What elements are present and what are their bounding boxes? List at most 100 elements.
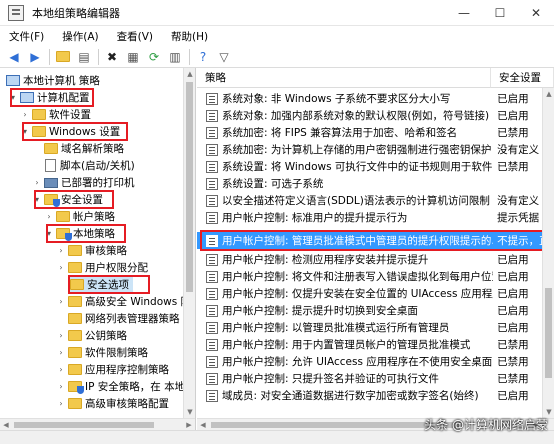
back-arrow-icon[interactable]: ◀ (4, 48, 24, 66)
folder-icon (68, 398, 82, 409)
policy-value: 没有定义 (497, 195, 540, 207)
menu-file[interactable]: 文件(F) (0, 29, 53, 44)
column-header-policy[interactable]: 策略 (197, 68, 491, 88)
up-folder-icon[interactable] (53, 48, 73, 66)
policy-icon (206, 211, 218, 224)
chevron-right-icon[interactable]: › (56, 365, 66, 374)
list-vertical-scrollbar[interactable]: ▲ ▼ (542, 88, 554, 418)
show-tree-icon[interactable]: ▤ (74, 48, 94, 66)
scroll-down-arrow-icon[interactable]: ▼ (184, 406, 195, 418)
scroll-up-arrow-icon[interactable]: ▲ (184, 68, 195, 80)
chevron-right-icon[interactable]: › (56, 348, 66, 357)
policy-icon (206, 177, 218, 190)
policy-icon (206, 304, 218, 317)
tree-item-printers[interactable]: › 已部署的打印机 (32, 174, 134, 191)
scrollbar-thumb[interactable] (545, 288, 552, 378)
policy-row[interactable]: 用户帐户控制: 只提升签名并验证的可执行文件 已禁用 (197, 370, 542, 387)
tree-vertical-scrollbar[interactable]: ▲ ▼ (183, 68, 195, 418)
help-icon[interactable]: ? (193, 48, 213, 66)
chevron-right-icon[interactable]: › (56, 382, 66, 391)
refresh-icon[interactable]: ⟳ (144, 48, 164, 66)
scroll-up-arrow-icon[interactable]: ▲ (543, 88, 554, 100)
tree-item-app-control[interactable]: › 应用程序控制策略 (56, 361, 169, 378)
maximize-button[interactable]: ☐ (482, 0, 518, 26)
scrollbar-thumb[interactable] (14, 422, 154, 428)
folder-icon (56, 211, 70, 222)
tree-item-advanced-firewall[interactable]: › 高级安全 Windows 防火墙 (56, 293, 195, 310)
policy-value: 已禁用 (497, 339, 529, 351)
policy-name: 用户帐户控制: 允许 UIAccess 应用程序在不使用安全桌面的... (222, 356, 494, 368)
policy-icon (206, 372, 218, 385)
export-list-icon[interactable]: ▥ (165, 48, 185, 66)
policy-value: 已启用 (497, 322, 529, 334)
title-bar: 本地组策略编辑器 — ☐ ✕ (0, 0, 554, 26)
tree-item-label: 高级审核策略配置 (85, 398, 169, 410)
policy-row[interactable]: 系统对象: 加强内部系统对象的默认权限(例如，符号链接) 已启用 (197, 107, 542, 124)
tree-item-account-policy[interactable]: › 帐户策略 (44, 208, 115, 225)
scrollbar-thumb[interactable] (186, 82, 193, 292)
properties-icon[interactable]: ▦ (123, 48, 143, 66)
chevron-right-icon[interactable]: › (56, 297, 66, 306)
tree-item-label: 公钥策略 (85, 330, 127, 342)
menu-help[interactable]: 帮助(H) (162, 29, 217, 44)
tree-item-software-settings[interactable]: › 软件设置 (20, 106, 91, 123)
policy-value: 已启用 (497, 288, 529, 300)
policy-row[interactable]: 系统对象: 非 Windows 子系统不要求区分大小写 已启用 (197, 90, 542, 107)
chevron-right-icon[interactable]: › (56, 263, 66, 272)
policy-row[interactable]: 用户帐户控制: 用于内置管理员帐户的管理员批准模式 已禁用 (197, 336, 542, 353)
chevron-right-icon[interactable]: › (44, 212, 54, 221)
policy-name: 用户帐户控制: 用于内置管理员帐户的管理员批准模式 (222, 339, 471, 351)
tree-horizontal-scrollbar[interactable]: ◀ ▶ (0, 418, 195, 430)
scroll-right-arrow-icon[interactable]: ▶ (183, 419, 195, 430)
menu-action[interactable]: 操作(A) (53, 29, 107, 44)
tree-item-scripts[interactable]: 脚本(启动/关机) (32, 157, 135, 174)
policy-row[interactable]: 系统加密: 将 FIPS 兼容算法用于加密、哈希和签名 已禁用 (197, 124, 542, 141)
chevron-right-icon[interactable]: › (32, 178, 42, 187)
tree-item-label: 审核策略 (85, 245, 127, 257)
tree-item-audit-policy[interactable]: › 审核策略 (56, 242, 127, 259)
scroll-left-arrow-icon[interactable]: ◀ (0, 419, 12, 430)
policy-icon (206, 92, 218, 105)
tree-item-local-computer-policy[interactable]: 本地计算机 策略 (4, 72, 100, 89)
chevron-right-icon[interactable]: › (56, 399, 66, 408)
tree-item-public-key[interactable]: › 公钥策略 (56, 327, 127, 344)
policy-row[interactable]: 用户帐户控制: 检测应用程序安装并提示提升 已启用 (197, 251, 542, 268)
tree-item-user-rights[interactable]: › 用户权限分配 (56, 259, 148, 276)
forward-arrow-icon[interactable]: ▶ (25, 48, 45, 66)
policy-row[interactable]: 用户帐户控制: 以管理员批准模式运行所有管理员 已启用 (197, 319, 542, 336)
filter-icon[interactable]: ▽ (214, 48, 234, 66)
minimize-button[interactable]: — (446, 0, 482, 26)
folder-icon (68, 262, 82, 273)
policy-row[interactable]: 用户帐户控制: 仅提升安装在安全位置的 UIAccess 应用程序 已启用 (197, 285, 542, 302)
policy-row[interactable]: 用户帐户控制: 提示提升时切换到安全桌面 已启用 (197, 302, 542, 319)
tree-item-ip-security[interactable]: › IP 安全策略，在 本地计算机 (56, 378, 195, 395)
policy-row[interactable]: 用户帐户控制: 将文件和注册表写入错误虚拟化到每用户位置 已启用 (197, 268, 542, 285)
tree-item-advanced-audit[interactable]: › 高级审核策略配置 (56, 395, 169, 412)
column-header-setting[interactable]: 安全设置 (491, 68, 554, 88)
policy-row[interactable]: 系统设置: 将 Windows 可执行文件中的证书规则用于软件限制... 已禁用 (197, 158, 542, 175)
policy-name: 用户帐户控制: 仅提升安装在安全位置的 UIAccess 应用程序 (222, 288, 494, 300)
chevron-right-icon[interactable]: › (56, 246, 66, 255)
close-button[interactable]: ✕ (518, 0, 554, 26)
menu-view[interactable]: 查看(V) (108, 29, 162, 44)
chevron-right-icon[interactable]: › (20, 110, 30, 119)
policy-row[interactable]: 系统设置: 可选子系统 (197, 175, 542, 192)
tree-item-software-restriction[interactable]: › 软件限制策略 (56, 344, 148, 361)
policy-row[interactable]: 域成员: 对安全通道数据进行数字加密或数字签名(始终) 已启用 (197, 387, 542, 404)
chevron-right-icon[interactable]: › (56, 331, 66, 340)
delete-icon[interactable]: ✖ (102, 48, 122, 66)
policy-icon (206, 194, 218, 207)
policy-row[interactable]: 用户帐户控制: 允许 UIAccess 应用程序在不使用安全桌面的... 已禁用 (197, 353, 542, 370)
policy-value: 已启用 (497, 390, 529, 402)
policy-row[interactable]: 系统加密: 为计算机上存储的用户密钥强制进行强密钥保护 没有定义 (197, 141, 542, 158)
computer-policy-icon (6, 75, 20, 86)
toolbar-separator (189, 48, 190, 65)
tree-item-dns-policy[interactable]: 域名解析策略 (32, 140, 124, 157)
scroll-left-arrow-icon[interactable]: ◀ (197, 419, 209, 430)
policy-row[interactable]: 以安全描述符定义语言(SDDL)语法表示的计算机访问限制 没有定义 (197, 192, 542, 209)
folder-icon (68, 313, 82, 324)
policy-icon (206, 355, 218, 368)
tree-item-network-list[interactable]: 网络列表管理器策略 (56, 310, 180, 327)
policy-row[interactable]: 用户帐户控制: 标准用户的提升提示行为 提示凭据 (197, 209, 542, 226)
watermark: 头条 @计算机网络启蒙 (424, 418, 548, 432)
